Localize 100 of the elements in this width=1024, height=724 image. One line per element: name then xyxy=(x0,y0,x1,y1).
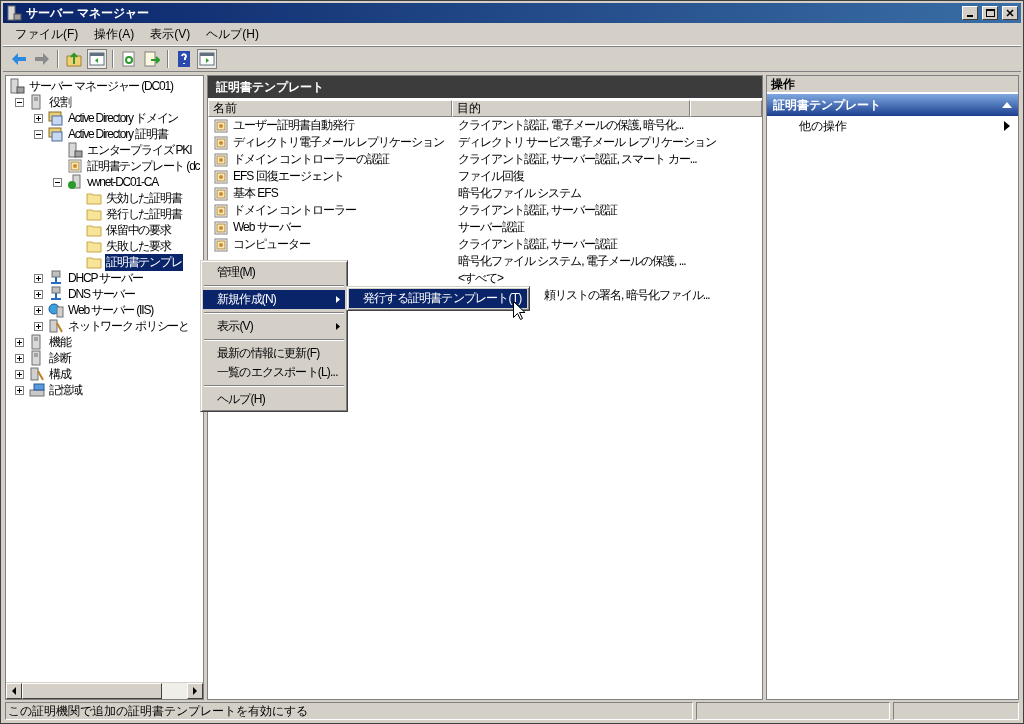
folder-icon xyxy=(86,238,102,254)
collapse-toggle[interactable] xyxy=(34,129,43,139)
server-icon xyxy=(6,5,22,21)
table-cell: クライアント認証, 電子メールの保護, 暗号化... xyxy=(458,117,684,134)
table-cell: ディレクトリ電子メール レプリケーション xyxy=(233,134,445,151)
pane-title: 操作 xyxy=(767,76,1018,92)
menu-item[interactable]: 表示(V) xyxy=(142,25,199,43)
window-title: サーバー マネージャー xyxy=(26,4,151,22)
collapse-toggle[interactable] xyxy=(15,97,24,107)
close-button[interactable] xyxy=(1002,6,1018,20)
collapse-toggle[interactable] xyxy=(53,177,62,187)
expand-toggle[interactable] xyxy=(15,385,24,395)
table-cell: ドメイン コントローラーの認証 xyxy=(233,151,390,168)
menu-item[interactable]: 操作(A) xyxy=(86,25,143,43)
tools-icon xyxy=(29,366,45,382)
table-cell: 暗号化ファイル システム, 電子メールの保護, ... xyxy=(458,253,686,270)
pane-toggle-button[interactable] xyxy=(197,49,217,69)
globe-server-icon xyxy=(48,302,64,318)
tree-item[interactable]: 証明書テンプレート (dc xyxy=(86,157,201,175)
minimize-button[interactable] xyxy=(962,6,978,20)
certificate-icon xyxy=(213,134,229,151)
expand-toggle[interactable] xyxy=(15,369,24,379)
table-cell: 暗号化ファイル システム xyxy=(458,185,582,202)
table-cell: <すべて> xyxy=(458,270,503,287)
directory-icon xyxy=(48,110,64,126)
menu-item[interactable]: ファイル(F) xyxy=(7,25,87,43)
submenu-arrow-icon xyxy=(336,323,340,330)
tree-item[interactable]: 構成 xyxy=(48,365,72,383)
maximize-button[interactable] xyxy=(982,6,998,20)
expand-toggle[interactable] xyxy=(15,337,24,347)
tree-item[interactable]: DHCP サーバー xyxy=(67,269,144,287)
tree-item[interactable]: 証明書テンプレ xyxy=(105,253,183,271)
table-cell: ディレクトリ サービス電子メール レプリケーション xyxy=(458,134,716,151)
expand-toggle[interactable] xyxy=(34,321,43,331)
certificate-icon xyxy=(213,168,229,185)
tree-item[interactable]: 失敗した要求 xyxy=(105,237,172,255)
tree-item[interactable]: 失効した証明書 xyxy=(105,189,183,207)
certificate-icon xyxy=(213,219,229,236)
expand-toggle[interactable] xyxy=(15,353,24,363)
network-icon xyxy=(48,286,64,302)
menu-item[interactable]: 管理(M) xyxy=(203,263,345,282)
column-header[interactable]: 目的 xyxy=(451,100,690,117)
table-cell: コンピューター xyxy=(233,236,310,253)
server-check-icon xyxy=(67,174,83,190)
tree-item[interactable]: 保留中の要求 xyxy=(105,221,172,239)
table-cell: ドメイン コントローラー xyxy=(233,202,357,219)
tree-item[interactable]: Web サーバー (IIS) xyxy=(67,301,154,319)
certificate-icon xyxy=(213,236,229,253)
tree-item[interactable]: ネットワーク ポリシーと xyxy=(67,317,190,335)
pane-title: 証明書テンプレート xyxy=(208,76,762,98)
tree-item[interactable]: 発行した証明書 xyxy=(105,205,183,223)
menu-item[interactable]: 新規作成(N) xyxy=(203,290,345,309)
tree-item[interactable]: 機能 xyxy=(48,333,72,351)
close-icon xyxy=(1006,9,1014,17)
caret-icon xyxy=(1004,121,1010,131)
server-icon xyxy=(67,142,83,158)
certificate-icon xyxy=(213,202,229,219)
export-button[interactable] xyxy=(142,49,162,69)
action-link[interactable]: 他の操作 xyxy=(767,116,1018,136)
certificate-icon xyxy=(213,117,229,134)
folder-icon xyxy=(86,190,102,206)
expand-toggle[interactable] xyxy=(34,289,43,299)
tree-item[interactable]: 役割 xyxy=(48,93,72,111)
menu-item[interactable]: 一覧のエクスポート(L)... xyxy=(203,363,345,382)
column-header[interactable]: 名前 xyxy=(208,100,452,117)
tree-item[interactable]: vwnet-DC01-CA xyxy=(86,175,160,189)
menu-item[interactable]: ヘルプ(H) xyxy=(198,25,267,43)
tree-item[interactable]: Active Directory 証明書 xyxy=(67,125,169,143)
menu-item[interactable]: 最新の情報に更新(F) xyxy=(203,344,345,363)
expand-toggle[interactable] xyxy=(34,273,43,283)
menu-item[interactable]: 表示(V) xyxy=(203,317,345,336)
server-icon xyxy=(9,78,25,94)
tree-item[interactable]: Active Directory ドメイン xyxy=(67,109,180,127)
table-cell: クライアント認証, サーバー認証 xyxy=(458,236,617,253)
expand-toggle[interactable] xyxy=(34,305,43,315)
table-cell: クライアント認証, サーバー認証 xyxy=(458,202,617,219)
directory-icon xyxy=(48,126,64,142)
table-cell: クライアント認証, サーバー認証, スマート カー... xyxy=(458,151,697,168)
column-header[interactable] xyxy=(689,100,762,117)
action-section-header[interactable]: 証明書テンプレート xyxy=(767,94,1018,116)
table-cell: Web サーバー xyxy=(233,219,301,236)
certificate-icon xyxy=(213,151,229,168)
horizontal-scrollbar[interactable] xyxy=(6,682,203,699)
right-arrow-icon xyxy=(192,687,198,695)
maximize-icon xyxy=(985,9,995,17)
table-cell: EFS 回復エージェント xyxy=(233,168,344,185)
table-cell: 基本 EFS xyxy=(233,185,278,202)
storage-icon xyxy=(29,382,45,398)
menu-item[interactable]: ヘルプ(H) xyxy=(203,390,345,409)
certificate-icon xyxy=(213,185,229,202)
left-arrow-icon xyxy=(11,687,17,695)
tree-item[interactable]: 診断 xyxy=(48,349,72,367)
tree-item[interactable]: エンタープライズ PKI xyxy=(86,141,193,159)
menu-item[interactable]: 発行する証明書テンプレート(T) xyxy=(349,289,527,308)
pane-toggle-button[interactable] xyxy=(87,49,107,69)
table-cell: ファイル回復 xyxy=(458,168,524,185)
tree-item[interactable]: 記憶域 xyxy=(48,381,83,399)
expand-toggle[interactable] xyxy=(34,113,43,123)
tree-item[interactable]: DNS サーバー xyxy=(67,285,137,303)
tree-item[interactable]: サーバー マネージャー (DC01) xyxy=(28,77,174,95)
